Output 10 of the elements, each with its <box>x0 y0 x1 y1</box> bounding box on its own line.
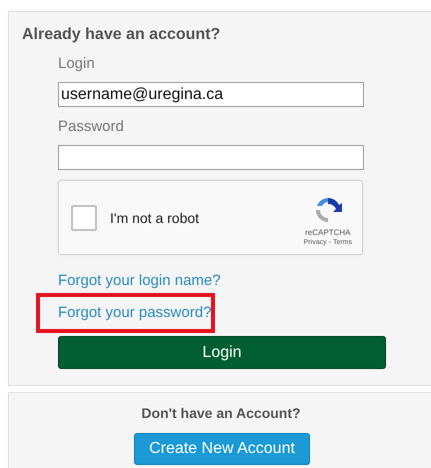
recaptcha-brand: reCAPTCHA <box>305 228 350 236</box>
panel-title: Don't have an Account? <box>141 405 301 421</box>
password-label: Password <box>58 118 124 136</box>
panel-title: Already have an account? <box>22 26 222 44</box>
login-button[interactable]: Login <box>58 336 386 369</box>
captcha-checkbox[interactable] <box>71 204 97 230</box>
login-input-field[interactable]: username@uregina.ca <box>58 82 364 107</box>
password-input-field[interactable] <box>58 145 364 170</box>
login-label: Login <box>58 55 95 73</box>
captcha-label: I'm not a robot <box>110 210 200 226</box>
